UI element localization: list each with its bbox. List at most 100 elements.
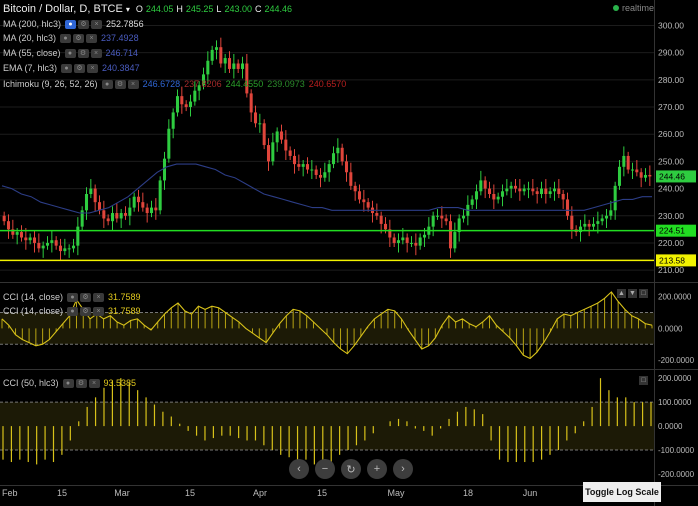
- scroll-left-button[interactable]: ‹: [289, 459, 309, 479]
- indicator-row-ma55[interactable]: MA (55, close) ● ⚙ × 246.714: [3, 46, 138, 60]
- zoom-out-button[interactable]: −: [315, 459, 335, 479]
- symbol-dropdown-icon[interactable]: ▾: [126, 5, 130, 14]
- candle-body: [58, 245, 63, 252]
- close-icon[interactable]: ×: [91, 19, 103, 29]
- candle-body: [180, 96, 184, 105]
- candle-body: [110, 213, 115, 222]
- low-label: L: [216, 4, 222, 14]
- candle-body: [587, 223, 591, 227]
- cci-row-1[interactable]: CCI (14, close) ● ⚙ × 31.7589: [3, 290, 141, 304]
- settings-icon[interactable]: ⚙: [74, 63, 86, 73]
- candle-body: [422, 234, 427, 238]
- close-icon[interactable]: ×: [93, 292, 105, 302]
- cci50-tick-label: 0.0000: [658, 422, 683, 431]
- candle-body: [405, 237, 409, 243]
- candle-body: [219, 47, 223, 64]
- settings-icon[interactable]: ⚙: [80, 306, 92, 316]
- candle-body: [401, 237, 405, 241]
- zoom-in-button[interactable]: +: [367, 459, 387, 479]
- candle-body: [362, 199, 366, 203]
- settings-icon[interactable]: ⚙: [114, 79, 126, 89]
- toggle-log-scale-button[interactable]: Toggle Log Scale: [583, 482, 661, 502]
- price-tick-label: 210.00: [658, 265, 684, 275]
- open-label: O: [135, 4, 143, 14]
- eye-icon[interactable]: ●: [60, 33, 72, 43]
- candle-body: [609, 210, 613, 216]
- price-tick-label: 240.00: [658, 184, 684, 194]
- candle-body: [479, 180, 483, 192]
- candle-body: [487, 188, 492, 194]
- pane-up-icon[interactable]: ▲: [617, 289, 626, 298]
- eye-icon[interactable]: ●: [64, 48, 76, 58]
- eye-icon[interactable]: ●: [61, 63, 73, 73]
- candle-body: [440, 215, 444, 219]
- indicator-row-ichimoku[interactable]: Ichimoku (9, 26, 52, 26) ● ⚙ × 246.6728 23…: [3, 77, 346, 91]
- close-icon[interactable]: ×: [93, 306, 105, 316]
- settings-icon[interactable]: ⚙: [77, 48, 89, 58]
- candle-body: [323, 172, 327, 178]
- reset-chart-button[interactable]: ↻: [341, 459, 361, 479]
- candle-body: [470, 199, 474, 205]
- indicator-value: 237.4928: [101, 33, 139, 43]
- close-label: C: [254, 4, 262, 14]
- candle-body: [45, 242, 50, 246]
- candle-body: [253, 112, 258, 124]
- chart-canvas[interactable]: 300.00 290.00 280.00 270.00 260.00 250.00 240.…: [0, 0, 698, 506]
- close-icon[interactable]: ×: [88, 378, 100, 388]
- high-label: H: [176, 4, 183, 14]
- cci-tick-label: 0.0000: [658, 324, 683, 333]
- candle-body: [414, 242, 418, 246]
- pane-down-icon[interactable]: ▼: [628, 289, 637, 298]
- indicator-value: 252.7856: [106, 19, 144, 29]
- candle-body: [175, 96, 180, 113]
- candle-body: [266, 145, 271, 162]
- eye-icon[interactable]: ●: [67, 306, 79, 316]
- close-icon[interactable]: ×: [87, 63, 99, 73]
- candle-body: [184, 104, 188, 107]
- candle-body: [162, 158, 167, 181]
- symbol-title[interactable]: Bitcoin / Dollar, D, BTCE: [3, 3, 123, 15]
- ichimoku-value-1: 246.6728: [142, 79, 181, 89]
- price-tick-label: 290.00: [658, 48, 684, 58]
- candle-body: [132, 196, 136, 208]
- pane-maximize-icon[interactable]: □: [639, 376, 648, 385]
- candle-body: [37, 242, 41, 249]
- settings-icon[interactable]: ⚙: [78, 19, 90, 29]
- close-icon[interactable]: ×: [86, 33, 98, 43]
- candle-body: [496, 196, 500, 200]
- candle-body: [565, 199, 570, 216]
- candle-body: [639, 172, 643, 178]
- candle-body: [258, 123, 262, 125]
- candle-body: [492, 194, 496, 200]
- candle-body: [544, 188, 548, 194]
- eye-icon[interactable]: ●: [62, 378, 74, 388]
- close-icon[interactable]: ×: [90, 48, 102, 58]
- candle-body: [54, 240, 58, 246]
- indicator-row-ma20[interactable]: MA (20, hlc3) ● ⚙ × 237.4928: [3, 31, 139, 45]
- candle-body: [128, 207, 132, 216]
- indicator-row-ma200[interactable]: MA (200, hlc3) ● ⚙ × 252.7856: [3, 17, 144, 31]
- yellow-line-price-label: 213.58: [659, 255, 685, 265]
- cci-row-2[interactable]: CCI (14, close) ● ⚙ × 31.7589: [3, 304, 141, 318]
- candle-body: [193, 90, 197, 102]
- eye-icon[interactable]: ●: [65, 19, 77, 29]
- eye-icon[interactable]: ●: [67, 292, 79, 302]
- cci-row-3[interactable]: CCI (50, hlc3) ● ⚙ × 93.5385: [3, 376, 136, 390]
- settings-icon[interactable]: ⚙: [75, 378, 87, 388]
- settings-icon[interactable]: ⚙: [73, 33, 85, 43]
- candle-body: [240, 63, 245, 69]
- eye-icon[interactable]: ●: [101, 79, 113, 89]
- close-icon[interactable]: ×: [127, 79, 139, 89]
- price-tick-label: 260.00: [658, 129, 684, 139]
- scroll-right-button[interactable]: ›: [393, 459, 413, 479]
- candle-body: [561, 194, 565, 200]
- candle-body: [314, 169, 318, 175]
- indicator-name: Ichimoku (9, 26, 52, 26): [3, 79, 98, 89]
- candle-body: [28, 237, 32, 241]
- indicator-row-ema7[interactable]: EMA (7, hlc3) ● ⚙ × 240.3847: [3, 61, 140, 75]
- pane-maximize-icon[interactable]: □: [639, 289, 648, 298]
- candle-body: [596, 221, 600, 224]
- candle-body: [331, 153, 336, 165]
- indicator-name: MA (55, close): [3, 48, 61, 58]
- settings-icon[interactable]: ⚙: [80, 292, 92, 302]
